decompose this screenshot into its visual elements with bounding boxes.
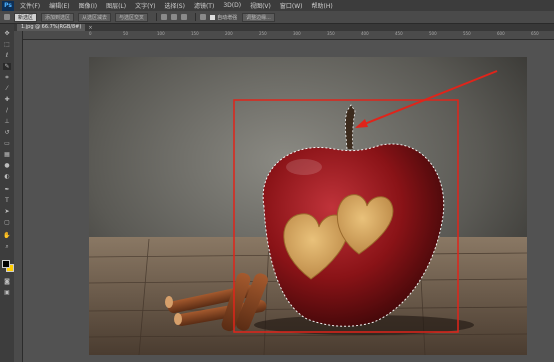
- menu-edit[interactable]: 编辑(E): [49, 1, 69, 10]
- menu-window[interactable]: 窗口(W): [280, 1, 303, 10]
- menu-layer[interactable]: 图层(L): [106, 1, 126, 10]
- healing-icon[interactable]: ✚: [3, 96, 11, 103]
- ruler-label: 0: [89, 31, 92, 36]
- type-icon[interactable]: T: [3, 197, 11, 204]
- ruler-label: 650: [531, 31, 539, 36]
- brush-icon[interactable]: ∕: [3, 107, 11, 114]
- ruler-label: 300: [293, 31, 301, 36]
- ruler-label: 250: [259, 31, 267, 36]
- menu-image[interactable]: 图像(I): [79, 1, 97, 10]
- options-divider: [156, 13, 158, 21]
- apple-highlight: [286, 159, 322, 175]
- foreground-color-swatch[interactable]: [2, 260, 10, 268]
- history-brush-icon[interactable]: ↺: [3, 129, 11, 136]
- menu-type[interactable]: 文字(Y): [135, 1, 155, 10]
- sample-all-layers-icon[interactable]: [171, 14, 178, 20]
- close-icon[interactable]: ×: [88, 25, 92, 31]
- document-tab[interactable]: 1.jpg @ 66.7%(RGB/8#): [17, 24, 86, 31]
- intersect-selection-button[interactable]: 与选区交叉: [115, 12, 149, 22]
- blur-icon[interactable]: ●: [3, 162, 11, 169]
- brush-picker-icon[interactable]: [181, 14, 188, 20]
- quick-selection-icon[interactable]: ✎: [3, 63, 11, 70]
- ruler-label: 50: [123, 31, 129, 36]
- quick-mask-icon[interactable]: ◙: [3, 278, 11, 285]
- brush-size-icon[interactable]: [161, 14, 168, 20]
- document-tab-bar: 1.jpg @ 66.7%(RGB/8#) ×: [14, 24, 554, 31]
- shape-icon[interactable]: ▢: [3, 219, 11, 226]
- auto-enhance-checkbox[interactable]: [210, 14, 216, 20]
- auto-enhance-label: 自动增强: [217, 14, 238, 21]
- ruler-label: 450: [395, 31, 403, 36]
- options-divider: [195, 13, 197, 21]
- gradient-icon[interactable]: ▦: [3, 151, 11, 158]
- photoshop-logo-icon: Ps: [2, 0, 14, 11]
- add-to-selection-button[interactable]: 添加到选区: [41, 12, 75, 22]
- eyedropper-icon[interactable]: ⁄: [3, 85, 11, 92]
- menu-filter[interactable]: 滤镜(T): [194, 1, 214, 10]
- marquee-icon[interactable]: ⬚: [3, 41, 11, 48]
- ruler-label: 400: [361, 31, 369, 36]
- ruler-label: 500: [429, 31, 437, 36]
- menu-help[interactable]: 帮助(H): [312, 1, 333, 10]
- eraser-icon[interactable]: ▭: [3, 140, 11, 147]
- move-icon[interactable]: ✥: [3, 30, 11, 37]
- options-bar: 新选区 添加到选区 从选区减去 与选区交叉 自动增强 调整边缘...: [0, 11, 554, 24]
- ruler-label: 600: [497, 31, 505, 36]
- horizontal-ruler: 0 50 100 150 200 250 300 350 400 450 500…: [23, 31, 554, 40]
- path-selection-icon[interactable]: ➤: [3, 208, 11, 215]
- pen-icon[interactable]: ✒: [3, 186, 11, 193]
- quick-selection-tool-icon[interactable]: [4, 14, 10, 20]
- new-selection-button[interactable]: 新选区: [14, 12, 38, 22]
- hand-icon[interactable]: ✋: [3, 232, 11, 239]
- tools-panel: ✥ ⬚ ℓ ✎ ⌗ ⁄ ✚ ∕ ⊥ ↺ ▭ ▦ ● ◐ ✒ T ➤ ▢ ✋ ⌕ …: [0, 24, 15, 362]
- menu-view[interactable]: 视图(V): [250, 1, 271, 10]
- refine-edge-button[interactable]: 调整边缘...: [242, 12, 275, 22]
- ruler-label: 550: [463, 31, 471, 36]
- crop-icon[interactable]: ⌗: [3, 74, 11, 81]
- ruler-label: 150: [191, 31, 199, 36]
- zoom-icon[interactable]: ⌕: [3, 243, 11, 250]
- ruler-label: 200: [225, 31, 233, 36]
- ruler-label: 100: [157, 31, 165, 36]
- ruler-label: 350: [327, 31, 335, 36]
- stamp-icon[interactable]: ⊥: [3, 118, 11, 125]
- menu-select[interactable]: 选择(S): [164, 1, 185, 10]
- screen-mode-icon[interactable]: ▣: [3, 289, 11, 296]
- vertical-ruler: [14, 31, 23, 362]
- document-image[interactable]: [89, 57, 527, 355]
- menu-3d[interactable]: 3D(D): [223, 2, 241, 9]
- menu-bar: Ps 文件(F) 编辑(E) 图像(I) 图层(L) 文字(Y) 选择(S) 滤…: [0, 0, 554, 11]
- gear-icon[interactable]: [200, 14, 207, 20]
- subtract-from-selection-button[interactable]: 从选区减去: [78, 12, 112, 22]
- menu-file[interactable]: 文件(F): [20, 1, 40, 10]
- dodge-icon[interactable]: ◐: [3, 173, 11, 180]
- lasso-icon[interactable]: ℓ: [3, 52, 11, 59]
